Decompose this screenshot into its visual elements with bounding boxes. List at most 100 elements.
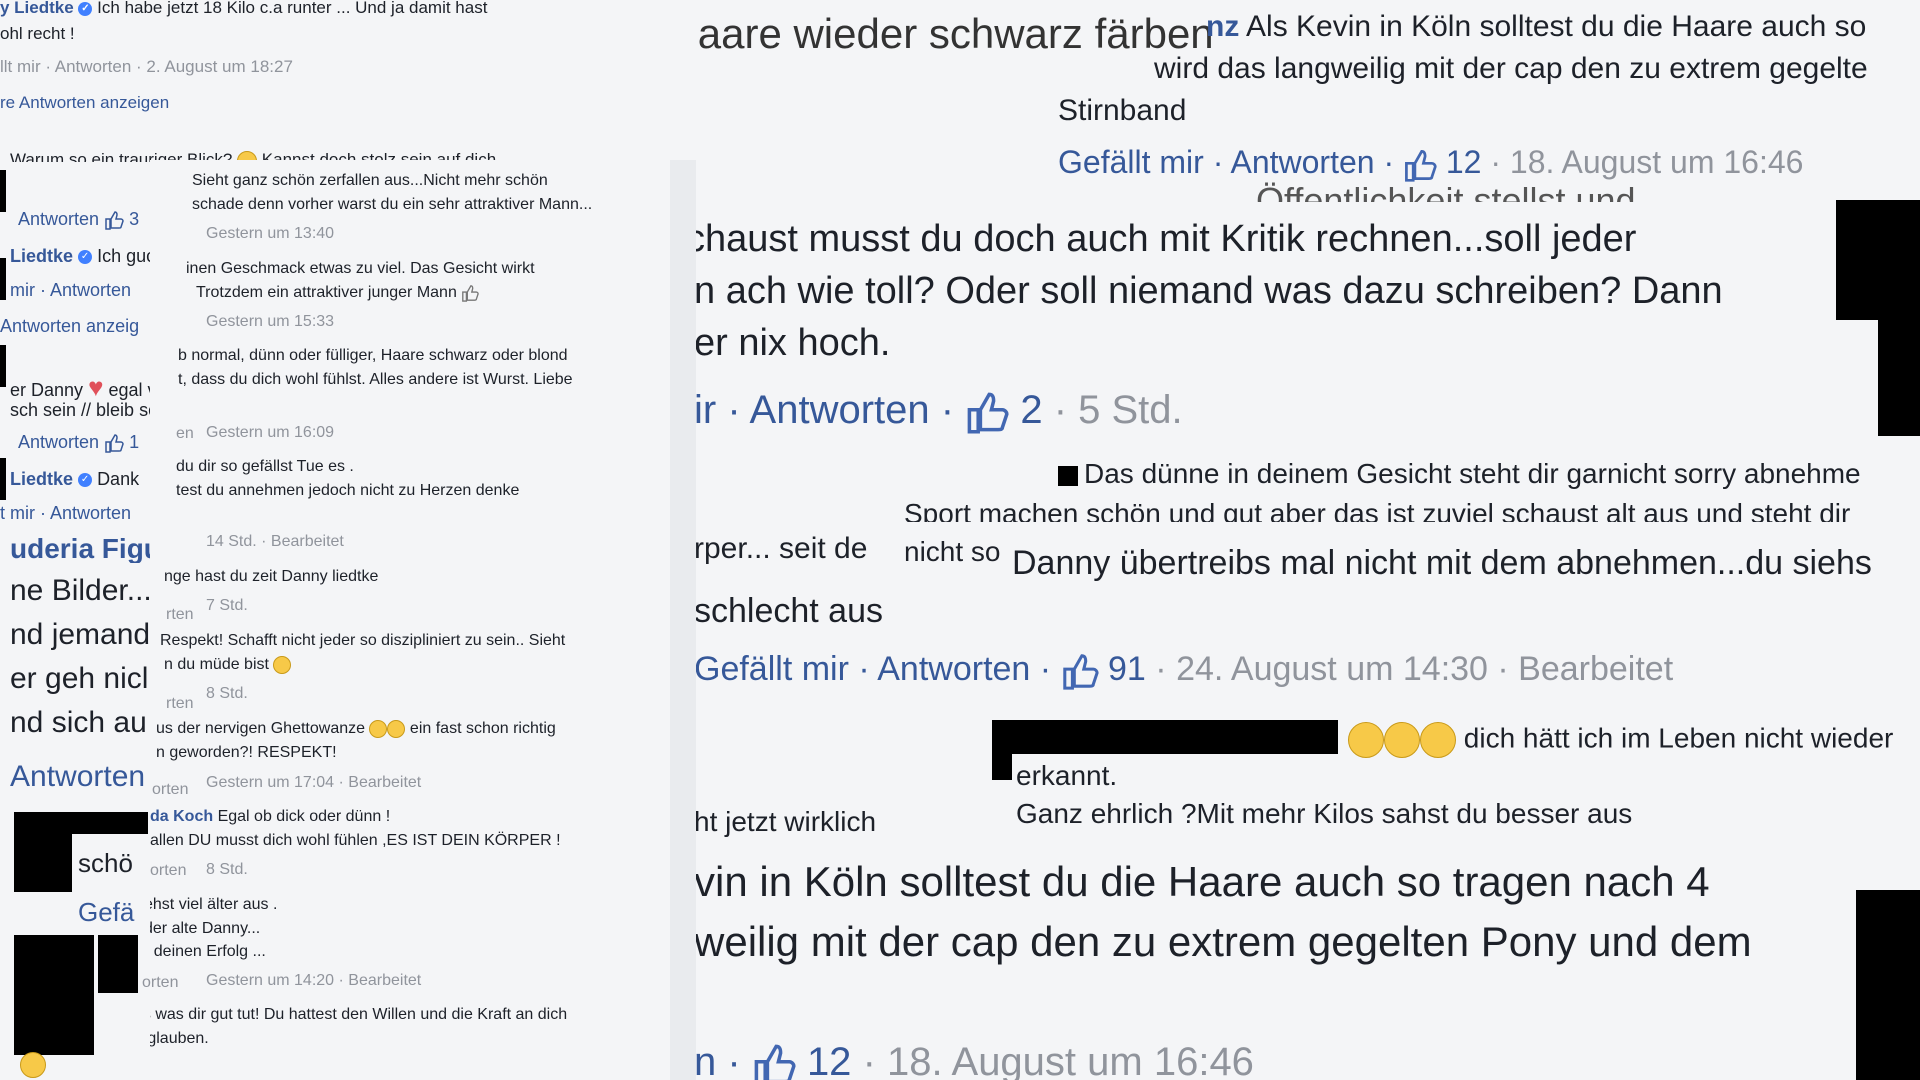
- redaction-block: [14, 935, 94, 1055]
- comment-actions[interactable]: llt mir · Antworten · 2. August um 18:27: [0, 57, 293, 77]
- reply-link-cut[interactable]: en: [176, 425, 194, 443]
- like-icon: [1405, 149, 1437, 182]
- comment-meta: Gestern um 17:04 · Bearbeitet: [206, 774, 422, 791]
- like-icon: [105, 211, 124, 230]
- comment-text-partial: Öffentlichkeit stellst und: [1256, 180, 1636, 202]
- comment-text: Stirnband: [1058, 94, 1187, 127]
- like-reply-links[interactable]: ir · Antworten ·: [696, 388, 954, 432]
- comment-text: ohl recht !: [0, 24, 75, 43]
- comment-text: er nix hoch.: [696, 322, 891, 364]
- like-count: 12: [1445, 144, 1482, 180]
- reply-link-cut[interactable]: orten: [152, 781, 188, 799]
- like-count: 1: [129, 432, 140, 452]
- comment-actions-row: Gefällt mir · Antworten · 91 · 24. Augus…: [696, 650, 1673, 690]
- verified-icon: ✓: [78, 473, 93, 488]
- comment-meta: Gestern um 15:33: [206, 313, 335, 330]
- comment-text-row: er Danny ♥ egal v: [10, 372, 157, 403]
- reply-link-cut[interactable]: orten: [150, 862, 186, 880]
- comment-text: Respekt! Schafft nicht jeder so diszipli…: [160, 632, 566, 649]
- reply-link-cut[interactable]: orten: [142, 974, 178, 992]
- comment-meta: 8 Std.: [206, 685, 248, 702]
- comment-text: as was dir gut tut! Du hattest den Wille…: [150, 1006, 568, 1023]
- comment-text: Ganz ehrlich ?Mit mehr Kilos sahst du be…: [1016, 798, 1633, 829]
- comment-text: Danny übertreibs mal nicht mit dem abneh…: [1012, 544, 1872, 583]
- comment-time: · 5 Std.: [1053, 388, 1183, 432]
- comment-text: u glauben.: [150, 1030, 209, 1047]
- comment-text: t, dass du dich wohl fühlst. Alles ander…: [178, 371, 573, 388]
- small-comment-column: Sieht ganz schön zerfallen aus...Nicht m…: [150, 160, 670, 1080]
- comment-text: n geworden?! RESPEKT!: [156, 744, 337, 761]
- scream-emoji-icon: [1420, 722, 1456, 758]
- author-name[interactable]: Liedtke: [10, 469, 73, 489]
- like-icon: [754, 1045, 796, 1080]
- reply-label[interactable]: Antworten: [18, 432, 99, 452]
- comment-text-cut: ht jetzt wirklich: [696, 806, 877, 837]
- like-reply-links[interactable]: Gefällt mir · Antworten ·: [1058, 144, 1394, 180]
- comment-text: Als Kevin in Köln solltest du die Haare …: [1246, 10, 1867, 43]
- comment-author-row: da Koch Egal ob dick oder dünn !: [150, 808, 390, 826]
- comment-author-row: Liedtke ✓ Ich guc: [10, 246, 155, 267]
- redaction-block: [1878, 310, 1920, 436]
- reply-link[interactable]: Antworten 3: [18, 209, 139, 230]
- redaction-block: [0, 345, 6, 387]
- author-name[interactable]: nz: [1206, 10, 1239, 43]
- show-more-replies-link[interactable]: Antworten anzeig: [0, 316, 139, 337]
- left-comments-panel: y Liedtke ✓ Ich habe jetzt 18 Kilo c.a r…: [0, 0, 700, 1080]
- comment-text: weilig mit der cap den zu extrem gegelte…: [696, 918, 1752, 965]
- comment-author[interactable]: y Liedtke ✓ Ich habe jetzt 18 Kilo c.a r…: [0, 0, 487, 18]
- redaction-block: [0, 170, 6, 212]
- comment-actions[interactable]: t mir · Antworten: [0, 280, 131, 301]
- comment-text: Ich habe jetzt 18 Kilo c.a runter ... Un…: [97, 0, 488, 17]
- comment-text: Dank: [97, 469, 140, 489]
- reply-label[interactable]: Antworten: [18, 209, 99, 229]
- comment-text: b normal, dünn oder fülliger, Haare schw…: [178, 347, 568, 364]
- redaction-block: [992, 740, 1012, 780]
- comment-text-large: schö: [78, 848, 133, 878]
- heart-icon: ♥: [88, 372, 104, 402]
- comment-text: erkannt.: [1016, 760, 1118, 791]
- like-count: 12: [806, 1040, 852, 1080]
- laugh-emoji-icon: [369, 720, 388, 738]
- comment-actions-row: ir · Antworten · 2 · 5 Std.: [696, 388, 1183, 434]
- author-name[interactable]: Liedtke: [10, 246, 73, 266]
- comment-text: Egal ob dick oder dünn !: [217, 808, 391, 825]
- comment-text-large: nd sich au: [10, 706, 147, 739]
- comment-text: wird das langweilig mit der cap den zu e…: [1154, 52, 1868, 85]
- like-link-large[interactable]: Gefä: [78, 897, 134, 928]
- comment-text: du dir so gefällst Tue es .: [176, 458, 354, 475]
- redaction-block: [1058, 466, 1078, 486]
- comment-actions[interactable]: t mir · Antworten: [0, 503, 131, 524]
- comment-text: r deinen Erfolg ...: [150, 943, 266, 960]
- comment-actions-row: n · 12 · 18. August um 16:46: [696, 1040, 1254, 1080]
- scream-emoji-icon: [1384, 722, 1420, 758]
- comment-meta: 8 Std.: [206, 861, 248, 878]
- tired-emoji-icon: [273, 656, 292, 674]
- comment-text: Trotzdem ein attraktiver junger Mann: [196, 284, 480, 302]
- comment-text: dich hätt ich im Leben nicht wieder: [1463, 722, 1894, 754]
- like-reply-links[interactable]: Gefällt mir · Antworten ·: [696, 650, 1051, 688]
- redaction-block: [98, 935, 138, 993]
- comment-text: Sieht ganz schön zerfallen aus...Nicht m…: [192, 172, 548, 189]
- author-name[interactable]: da Koch: [150, 808, 213, 825]
- reply-link-cut[interactable]: rten: [166, 606, 194, 624]
- redaction-block: [0, 458, 6, 500]
- comment-author-row: nz Als Kevin in Köln solltest du die Haa…: [1206, 10, 1866, 44]
- reply-link[interactable]: Antworten 1: [18, 432, 139, 453]
- reply-link-large[interactable]: Antworten: [10, 760, 145, 794]
- like-count: 3: [129, 209, 140, 229]
- right-zoom-panel: ne haare wieder schwarz färben nz Als Ke…: [696, 0, 1920, 1080]
- redaction-block: [992, 720, 1338, 754]
- like-count: 2: [1020, 388, 1043, 432]
- comment-text-cut: rper... seit de: [696, 532, 868, 565]
- comment-author-row: Liedtke ✓ Dank: [10, 469, 139, 490]
- author-name[interactable]: y Liedtke: [0, 0, 74, 17]
- author-name-cut[interactable]: uderia Figu: [10, 533, 161, 563]
- show-more-replies-link[interactable]: re Antworten anzeigen: [0, 93, 169, 113]
- comment-actions-row: Gefällt mir · Antworten · 12 · 18. Augus…: [1058, 144, 1803, 182]
- reply-link[interactable]: n ·: [696, 1040, 741, 1080]
- redaction-block: [1856, 890, 1920, 1080]
- comment-text: er Danny: [10, 380, 84, 400]
- like-count: 91: [1108, 650, 1146, 688]
- comment-text-row: dich hätt ich im Leben nicht wieder: [1348, 722, 1893, 758]
- reply-link-cut[interactable]: rten: [166, 695, 194, 713]
